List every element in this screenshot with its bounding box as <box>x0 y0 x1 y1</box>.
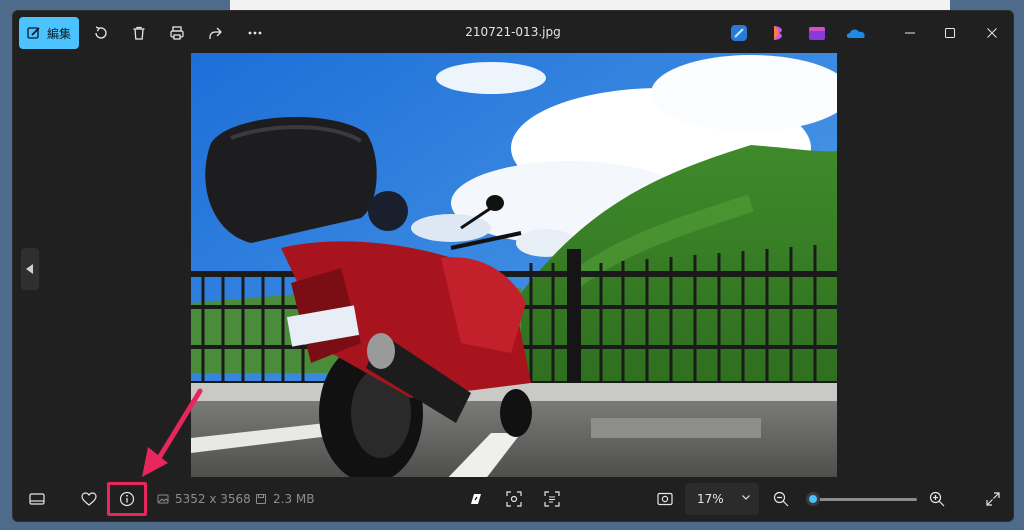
scan-icon <box>506 491 522 507</box>
zoom-slider[interactable] <box>806 492 917 506</box>
maximize-button[interactable] <box>933 19 967 47</box>
file-size-text: 2.3 MB <box>273 492 315 506</box>
dimensions-text: 5352 x 3568 <box>175 492 251 506</box>
text-extract-button[interactable] <box>538 485 566 513</box>
maximize-icon <box>945 28 955 38</box>
file-size: 2.3 MB <box>255 492 314 506</box>
desktop-background-window <box>230 0 950 10</box>
minimize-icon <box>905 32 915 34</box>
filmstrip-button[interactable] <box>23 485 51 513</box>
visual-search-button[interactable] <box>500 485 528 513</box>
fit-screen-icon <box>657 492 673 506</box>
annotation-arrow-icon <box>142 388 203 477</box>
clipchamp-video-icon <box>809 27 825 40</box>
heart-icon <box>81 492 97 506</box>
info-highlight-box <box>107 482 147 516</box>
designer-button[interactable] <box>729 23 749 43</box>
filmstrip-icon <box>29 493 45 505</box>
zoom-slider-thumb[interactable] <box>806 492 821 506</box>
zoom-level-text: 17% <box>697 492 724 506</box>
zoom-out-icon <box>773 491 789 507</box>
expand-icon <box>986 492 1000 506</box>
clipchamp-icon <box>774 26 782 40</box>
previous-photo-button[interactable] <box>21 248 39 290</box>
enhance-icon <box>471 494 481 504</box>
zoom-in-button[interactable] <box>923 485 951 513</box>
designer-icon <box>731 25 747 41</box>
photo-canvas[interactable] <box>191 53 837 485</box>
image-size-icon <box>157 494 169 504</box>
favorite-button[interactable] <box>75 485 103 513</box>
motorcycle-photo <box>191 53 837 485</box>
auto-enhance-button[interactable] <box>462 485 490 513</box>
fullscreen-button[interactable] <box>979 485 1007 513</box>
disk-icon <box>256 494 266 504</box>
image-dimensions: 5352 x 3568 <box>157 492 251 506</box>
onedrive-button[interactable] <box>845 23 865 43</box>
zoom-level-dropdown[interactable]: 17% <box>685 483 759 515</box>
minimize-button[interactable] <box>893 19 927 47</box>
clipchamp-video-button[interactable] <box>807 23 827 43</box>
close-button[interactable] <box>975 19 1009 47</box>
onedrive-icon <box>846 29 865 38</box>
close-icon <box>987 28 997 38</box>
clipchamp-button[interactable] <box>769 23 789 43</box>
title-bar: 編集 210721-013.jpg <box>13 11 1013 55</box>
zoom-in-icon <box>929 491 945 507</box>
chevron-down-icon <box>742 495 750 500</box>
fit-to-window-button[interactable] <box>651 485 679 513</box>
text-scan-icon <box>544 491 560 507</box>
zoom-out-button[interactable] <box>767 485 795 513</box>
chevron-left-icon <box>26 264 33 274</box>
